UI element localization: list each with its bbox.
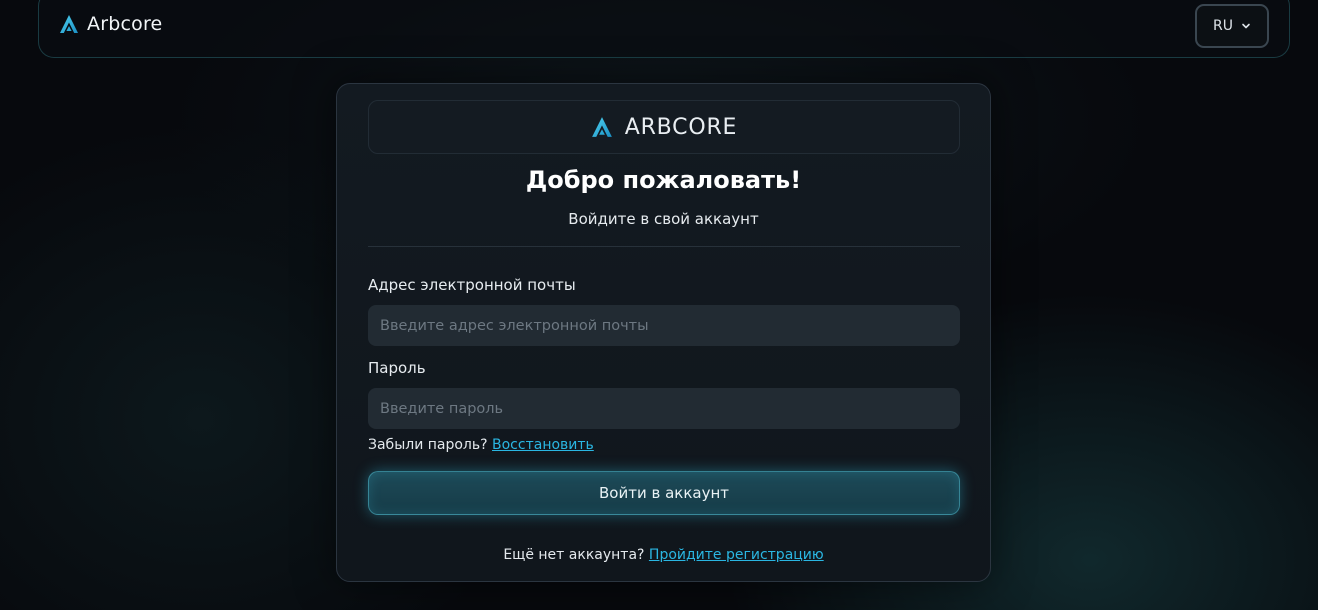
email-field[interactable]	[368, 305, 960, 346]
password-label: Пароль	[368, 359, 426, 377]
password-field[interactable]	[368, 388, 960, 429]
chevron-down-icon	[1242, 23, 1250, 29]
language-selector[interactable]: RU	[1195, 4, 1269, 48]
arbcore-logo-icon	[60, 15, 78, 33]
language-label: RU	[1213, 18, 1233, 34]
page-subtitle: Войдите в свой аккаунт	[568, 210, 759, 228]
register-link[interactable]: Пройдите регистрацию	[649, 547, 824, 563]
page-title: Добро пожаловать!	[525, 166, 802, 194]
card-logo: ARBCORE	[368, 100, 960, 154]
register-text: Ещё нет аккаунта?	[503, 547, 645, 563]
divider	[368, 246, 960, 247]
forgot-password-text: Забыли пароль?	[368, 437, 488, 453]
logo-text: ARBCORE	[624, 114, 738, 140]
register-row: Ещё нет аккаунта? Пройдите регистрацию	[337, 547, 990, 563]
brand-name: Arbcore	[87, 13, 163, 35]
top-header: Arbcore RU	[38, 0, 1290, 58]
restore-password-link[interactable]: Восстановить	[492, 437, 594, 453]
arbcore-logo-icon	[591, 117, 612, 137]
login-card: ARBCORE Добро пожаловать! Войдите в свой…	[336, 83, 991, 582]
brand[interactable]: Arbcore	[59, 13, 162, 35]
forgot-password-row: Забыли пароль? Восстановить	[368, 437, 594, 453]
login-button[interactable]: Войти в аккаунт	[368, 471, 960, 515]
email-label: Адрес электронной почты	[368, 276, 576, 294]
